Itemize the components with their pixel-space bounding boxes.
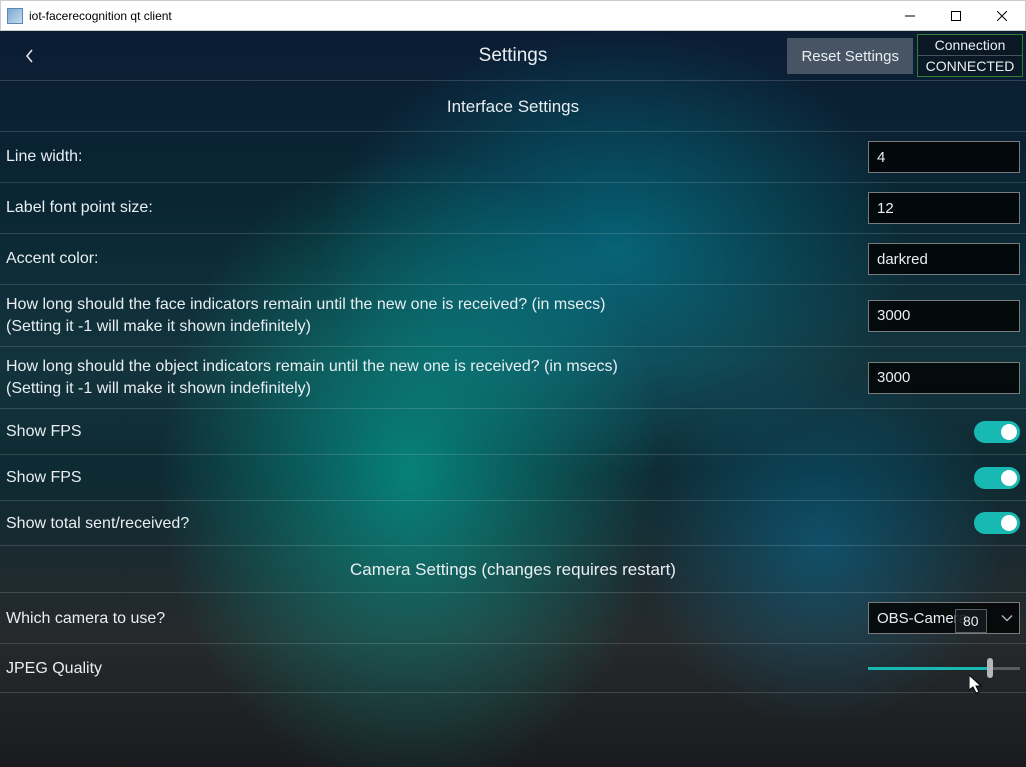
reset-settings-button[interactable]: Reset Settings xyxy=(787,38,913,74)
row-object-timeout: How long should the object indicators re… xyxy=(0,346,1026,408)
row-label-font: Label font point size: xyxy=(0,182,1026,233)
app-header: Settings Reset Settings Connection CONNE… xyxy=(0,31,1026,81)
object-timeout-input[interactable] xyxy=(868,362,1020,394)
row-accent-color: Accent color: xyxy=(0,233,1026,284)
show-totals-toggle[interactable] xyxy=(974,512,1020,534)
show-totals-label: Show total sent/received? xyxy=(6,513,974,535)
row-line-width: Line width: xyxy=(0,131,1026,182)
label-font-input[interactable] xyxy=(868,192,1020,224)
which-camera-label: Which camera to use? xyxy=(6,608,868,630)
app-icon xyxy=(7,8,23,24)
camera-section-title: Camera Settings (changes requires restar… xyxy=(0,546,1026,592)
line-width-input[interactable] xyxy=(868,141,1020,173)
accent-color-label: Accent color: xyxy=(6,248,868,270)
row-show-fps-2: Show FPS xyxy=(0,454,1026,500)
jpeg-quality-label: JPEG Quality xyxy=(6,658,868,680)
label-font-label: Label font point size: xyxy=(6,197,868,219)
jpeg-quality-slider[interactable] xyxy=(868,656,1020,680)
connection-status: CONNECTED xyxy=(918,56,1022,76)
minimize-button[interactable] xyxy=(887,1,933,30)
connection-label: Connection xyxy=(918,35,1022,56)
row-show-totals: Show total sent/received? xyxy=(0,500,1026,546)
which-camera-value: OBS-Camera xyxy=(877,610,967,627)
face-timeout-label: How long should the face indicators rema… xyxy=(6,294,868,337)
face-timeout-input[interactable] xyxy=(868,300,1020,332)
row-jpeg-quality: JPEG Quality xyxy=(0,643,1026,693)
close-button[interactable] xyxy=(979,1,1025,30)
which-camera-select[interactable]: OBS-Camera xyxy=(868,602,1020,634)
back-button[interactable] xyxy=(0,31,60,81)
show-fps-2-label: Show FPS xyxy=(6,467,974,489)
row-show-fps-1: Show FPS xyxy=(0,408,1026,454)
chevron-down-icon xyxy=(1001,610,1013,627)
row-face-timeout: How long should the face indicators rema… xyxy=(0,284,1026,346)
connection-status-box[interactable]: Connection CONNECTED xyxy=(917,34,1023,77)
line-width-label: Line width: xyxy=(6,146,868,168)
chevron-left-icon xyxy=(25,49,35,63)
os-titlebar: iot-facerecognition qt client xyxy=(0,0,1026,31)
window-title: iot-facerecognition qt client xyxy=(29,9,887,23)
show-fps-1-toggle[interactable] xyxy=(974,421,1020,443)
page-title: Settings xyxy=(479,45,548,67)
jpeg-quality-tooltip: 80 xyxy=(955,609,987,633)
accent-color-input[interactable] xyxy=(868,243,1020,275)
maximize-button[interactable] xyxy=(933,1,979,30)
interface-section-title: Interface Settings xyxy=(0,81,1026,131)
object-timeout-label: How long should the object indicators re… xyxy=(6,356,868,399)
window-controls xyxy=(887,1,1025,30)
row-which-camera: Which camera to use? OBS-Camera xyxy=(0,592,1026,643)
show-fps-1-label: Show FPS xyxy=(6,421,974,443)
show-fps-2-toggle[interactable] xyxy=(974,467,1020,489)
app-client-area: Settings Reset Settings Connection CONNE… xyxy=(0,31,1026,767)
